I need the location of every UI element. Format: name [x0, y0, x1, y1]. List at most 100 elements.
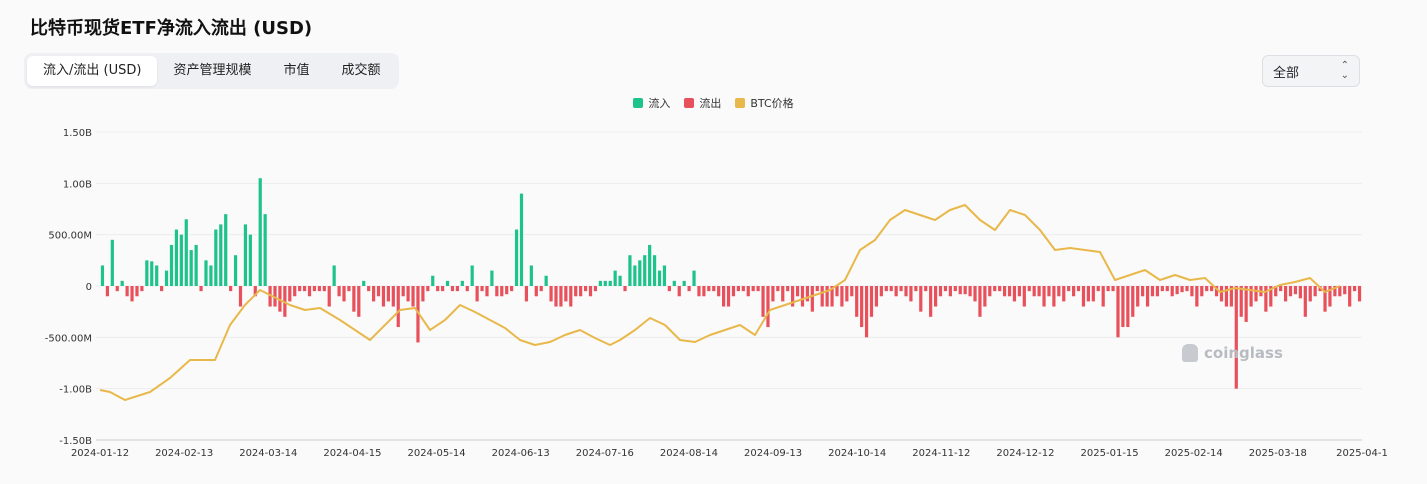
outflow-bar[interactable] [1264, 286, 1268, 312]
outflow-bar[interactable] [726, 286, 731, 307]
outflow-bar[interactable] [411, 286, 415, 307]
outflow-bar[interactable] [1288, 286, 1293, 297]
outflow-bar[interactable] [795, 286, 800, 297]
outflow-bar[interactable] [357, 286, 361, 317]
outflow-bar[interactable] [864, 286, 869, 338]
outflow-bar[interactable] [1348, 286, 1352, 307]
inflow-bar[interactable] [672, 280, 676, 286]
outflow-bar[interactable] [983, 286, 987, 307]
outflow-bar[interactable] [1062, 286, 1066, 302]
inflow-bar[interactable] [110, 239, 114, 286]
outflow-bar[interactable] [761, 286, 765, 317]
outflow-bar[interactable] [574, 286, 578, 297]
outflow-bar[interactable] [968, 286, 972, 297]
inflow-bar[interactable] [648, 244, 652, 286]
outflow-bar[interactable] [1096, 286, 1100, 292]
outflow-bar[interactable] [1185, 286, 1189, 292]
inflow-bar[interactable] [204, 260, 208, 286]
outflow-bar[interactable] [741, 286, 745, 292]
outflow-bar[interactable] [736, 286, 740, 292]
outflow-bar[interactable] [904, 286, 908, 297]
outflow-bar[interactable] [298, 286, 302, 292]
outflow-bar[interactable] [1126, 286, 1130, 328]
outflow-bar[interactable] [475, 286, 479, 302]
outflow-bar[interactable] [1047, 286, 1051, 297]
inflow-bar[interactable] [120, 280, 124, 286]
outflow-bar[interactable] [391, 286, 395, 307]
tab-flows[interactable]: 流入/流出 (USD) [27, 56, 158, 86]
outflow-bar[interactable] [130, 286, 134, 302]
outflow-bar[interactable] [450, 286, 455, 292]
outflow-bar[interactable] [712, 286, 716, 292]
inflow-bar[interactable] [100, 265, 105, 286]
outflow-bar[interactable] [1042, 286, 1046, 307]
outflow-bar[interactable] [1081, 286, 1086, 307]
outflow-bar[interactable] [480, 286, 484, 292]
outflow-bar[interactable] [988, 286, 992, 297]
inflow-bar[interactable] [613, 270, 617, 286]
outflow-bar[interactable] [559, 286, 563, 307]
inflow-bar[interactable] [145, 260, 149, 286]
outflow-bar[interactable] [1357, 286, 1362, 302]
outflow-bar[interactable] [465, 286, 469, 292]
outflow-bar[interactable] [1279, 286, 1283, 292]
inflow-bar[interactable] [219, 224, 223, 286]
outflow-bar[interactable] [199, 286, 203, 292]
outflow-bar[interactable] [860, 286, 864, 328]
inflow-bar[interactable] [169, 244, 174, 286]
outflow-bar[interactable] [909, 286, 913, 302]
outflow-bar[interactable] [1293, 286, 1298, 295]
outflow-bar[interactable] [441, 286, 445, 292]
outflow-bar[interactable] [756, 286, 760, 292]
outflow-bar[interactable] [1072, 286, 1076, 297]
outflow-bar[interactable] [677, 286, 681, 297]
outflow-bar[interactable] [500, 286, 504, 297]
outflow-bar[interactable] [505, 286, 509, 295]
outflow-bar[interactable] [593, 286, 598, 292]
outflow-bar[interactable] [352, 286, 356, 312]
outflow-bar[interactable] [697, 286, 701, 297]
inflow-bar[interactable] [263, 214, 267, 286]
outflow-bar[interactable] [140, 286, 144, 292]
outflow-bar[interactable] [327, 286, 331, 307]
outflow-bar[interactable] [115, 286, 119, 292]
outflow-bar[interactable] [342, 286, 346, 302]
outflow-bar[interactable] [973, 286, 977, 302]
outflow-bar[interactable] [894, 286, 898, 297]
outflow-bar[interactable] [1101, 286, 1105, 307]
outflow-bar[interactable] [1165, 286, 1169, 292]
inflow-bar[interactable] [657, 270, 662, 286]
inflow-bar[interactable] [184, 219, 188, 286]
outflow-bar[interactable] [1067, 286, 1071, 292]
outflow-bar[interactable] [510, 286, 514, 292]
legend-item-outflow[interactable]: 流出 [684, 95, 721, 111]
outflow-bar[interactable] [1037, 286, 1041, 297]
inflow-bar[interactable] [490, 270, 494, 286]
outflow-bar[interactable] [135, 286, 139, 297]
outflow-bar[interactable] [317, 286, 321, 292]
outflow-bar[interactable] [820, 286, 824, 307]
outflow-bar[interactable] [623, 286, 627, 292]
outflow-bar[interactable] [1175, 286, 1179, 295]
outflow-bar[interactable] [948, 286, 952, 297]
outflow-bar[interactable] [436, 286, 440, 292]
outflow-bar[interactable] [1303, 286, 1307, 317]
outflow-bar[interactable] [884, 286, 888, 292]
inflow-bar[interactable] [209, 265, 213, 286]
outflow-bar[interactable] [899, 286, 903, 292]
outflow-bar[interactable] [1012, 286, 1017, 302]
inflow-bar[interactable] [692, 270, 696, 286]
outflow-bar[interactable] [1086, 286, 1091, 302]
inflow-bar[interactable] [529, 265, 533, 286]
outflow-bar[interactable] [874, 286, 879, 307]
outflow-bar[interactable] [1234, 286, 1238, 389]
inflow-bar[interactable] [519, 193, 524, 286]
outflow-bar[interactable] [1111, 286, 1115, 292]
outflow-bar[interactable] [1032, 286, 1036, 297]
outflow-bar[interactable] [534, 286, 538, 297]
outflow-bar[interactable] [702, 286, 706, 297]
inflow-bar[interactable] [598, 280, 602, 286]
inflow-bar[interactable] [514, 229, 519, 286]
outflow-bar[interactable] [919, 286, 923, 312]
outflow-bar[interactable] [307, 286, 312, 297]
